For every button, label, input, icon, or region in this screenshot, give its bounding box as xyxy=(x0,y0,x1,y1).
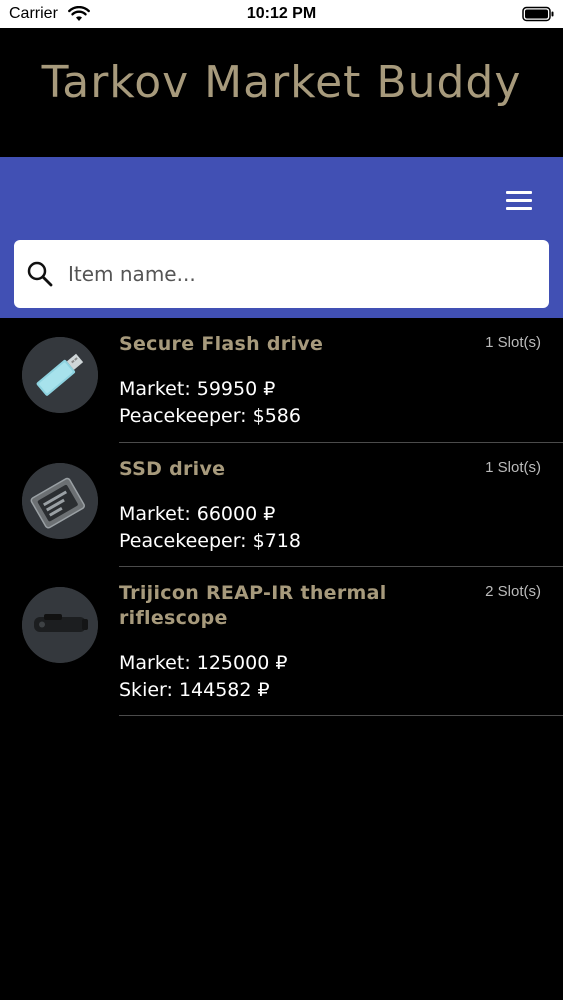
item-slots: 1 Slot(s) xyxy=(485,334,541,351)
riflescope-icon xyxy=(22,587,98,663)
status-bar: Carrier 10:12 PM xyxy=(0,0,563,28)
hamburger-menu-icon[interactable] xyxy=(500,187,538,215)
status-time: 10:12 PM xyxy=(246,5,317,22)
item-name: Trijicon REAP-IR thermal riflescope xyxy=(119,582,387,629)
item-name: SSD drive xyxy=(119,458,226,480)
trader-price: Skier: 144582 ₽ xyxy=(119,679,270,701)
search-box[interactable] xyxy=(14,240,549,308)
trader-price: Peacekeeper: $718 xyxy=(119,530,301,552)
ssd-drive-icon xyxy=(22,463,98,539)
list-item-ssd-drive[interactable]: SSD drive 1 Slot(s) Market: 66000 ₽ Peac… xyxy=(0,443,563,567)
flash-drive-icon xyxy=(22,337,98,413)
item-name: Secure Flash drive xyxy=(119,333,324,355)
battery-icon xyxy=(522,6,554,22)
market-price: Market: 125000 ₽ xyxy=(119,652,288,674)
app-title: Tarkov Market Buddy xyxy=(41,57,522,108)
item-divider xyxy=(119,715,563,716)
list-item-trijicon-reap-ir[interactable]: Trijicon REAP-IR thermal riflescope 2 Sl… xyxy=(0,567,563,716)
item-slots: 1 Slot(s) xyxy=(485,459,541,476)
trader-price: Peacekeeper: $586 xyxy=(119,405,301,427)
toolbar xyxy=(0,157,563,318)
item-slots: 2 Slot(s) xyxy=(485,583,541,600)
market-price: Market: 59950 ₽ xyxy=(119,378,276,400)
search-icon xyxy=(27,261,53,287)
item-list: Secure Flash drive 1 Slot(s) Market: 599… xyxy=(0,318,563,716)
app-header: Tarkov Market Buddy xyxy=(0,28,563,157)
list-item-secure-flash-drive[interactable]: Secure Flash drive 1 Slot(s) Market: 599… xyxy=(0,318,563,443)
search-input[interactable] xyxy=(68,254,528,294)
market-price: Market: 66000 ₽ xyxy=(119,503,276,525)
